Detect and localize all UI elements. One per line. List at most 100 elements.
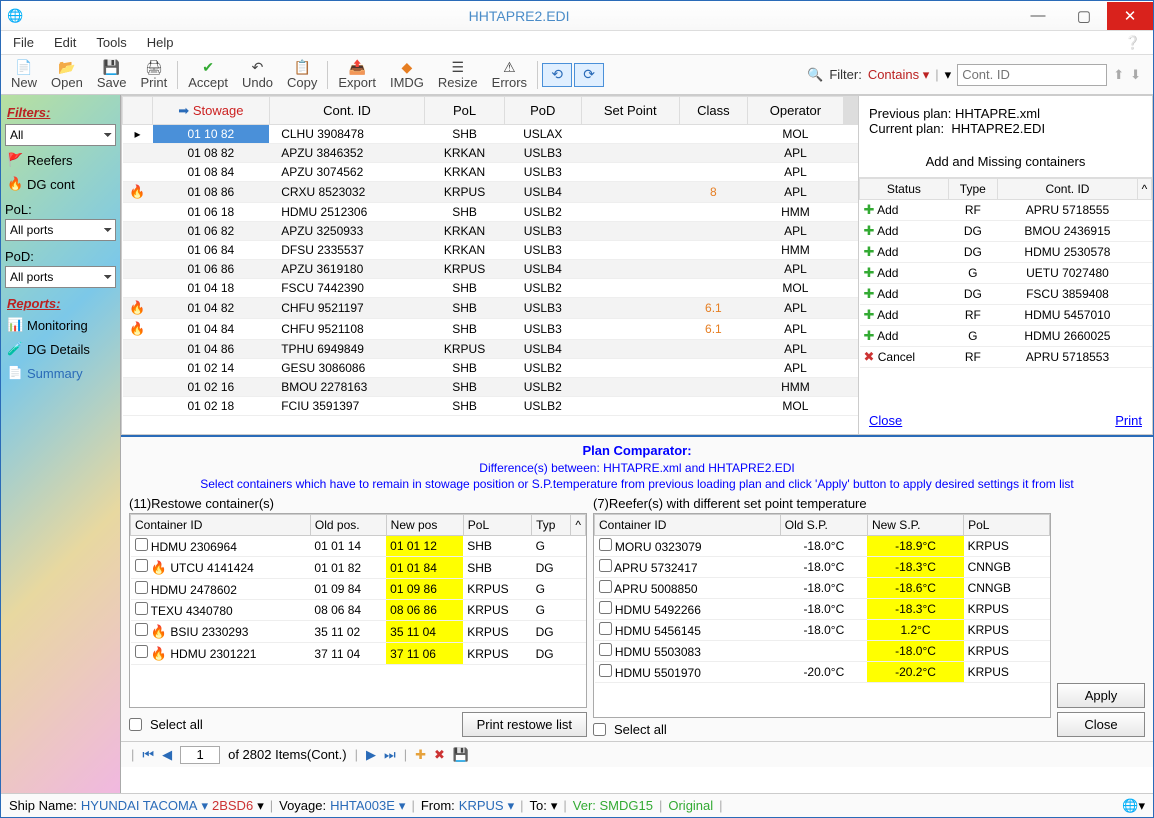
list-item[interactable]: 🔥 BSIU 2330293 35 11 0235 11 04KRPUSDG bbox=[131, 621, 586, 643]
table-row[interactable]: 🔥 01 04 84 CHFU 9521108 SHBUSLB3 6.1APL bbox=[123, 319, 858, 340]
list-item[interactable]: APRU 5732417 -18.0°C-18.3°CCNNGB bbox=[595, 557, 1050, 578]
col-pol[interactable]: PoL bbox=[425, 97, 505, 125]
list-item[interactable]: HDMU 2306964 01 01 1401 01 12SHBG bbox=[131, 536, 586, 557]
list-item[interactable]: ✚ AddGUETU 7027480 bbox=[860, 263, 1152, 284]
col-pod[interactable]: PoD bbox=[504, 97, 581, 125]
table-row[interactable]: 01 08 84 APZU 3074562 KRKANUSLB3 APL bbox=[123, 163, 858, 182]
col-stowage[interactable]: ➡ Stowage bbox=[153, 97, 270, 125]
table-row[interactable]: 01 06 86 APZU 3619180 KRPUSUSLB4 APL bbox=[123, 260, 858, 279]
list-item[interactable]: ✚ AddDGFSCU 3859408 bbox=[860, 284, 1152, 305]
close-window-button[interactable]: ✕ bbox=[1107, 2, 1153, 30]
sort-down-button[interactable]: ⬇ bbox=[1130, 67, 1141, 83]
table-row[interactable]: 🔥 01 04 82 CHFU 9521197 SHBUSLB3 6.1APL bbox=[123, 298, 858, 319]
print-button[interactable]: 🖨Print bbox=[134, 57, 173, 92]
table-row[interactable]: 01 06 84 DFSU 2335537 KRKANUSLB3 HMM bbox=[123, 241, 858, 260]
list-item[interactable]: APRU 5008850 -18.0°C-18.6°CCNNGB bbox=[595, 578, 1050, 599]
close-link[interactable]: Close bbox=[869, 413, 902, 428]
save-button[interactable]: 💾Save bbox=[91, 57, 133, 92]
col-setpoint[interactable]: Set Point bbox=[581, 97, 679, 125]
pager-last[interactable]: ⏭ bbox=[384, 747, 396, 763]
open-button[interactable]: 📂Open bbox=[45, 57, 89, 92]
reefer-selectall-checkbox[interactable] bbox=[593, 723, 606, 736]
list-item[interactable]: ✚ AddRFHDMU 5457010 bbox=[860, 305, 1152, 326]
list-item[interactable]: MORU 0323079 -18.0°C-18.9°CKRPUS bbox=[595, 536, 1050, 557]
list-item[interactable]: ✚ AddDGBMOU 2436915 bbox=[860, 221, 1152, 242]
pager-first[interactable]: ⏮ bbox=[142, 747, 154, 763]
pager-delete[interactable]: ✖ bbox=[434, 747, 445, 763]
filter-column-dropdown[interactable]: ▾ bbox=[945, 67, 952, 83]
toggle-b-button[interactable]: ⟳ bbox=[574, 63, 604, 87]
pager-input[interactable] bbox=[180, 746, 220, 764]
list-item[interactable]: 🔥 UTCU 4141424 01 01 8201 01 84SHBDG bbox=[131, 557, 586, 579]
list-item[interactable]: TEXU 4340780 08 06 8408 06 86KRPUSG bbox=[131, 600, 586, 621]
toggle-a-button[interactable]: ⟲ bbox=[542, 63, 572, 87]
list-item[interactable]: HDMU 5492266 -18.0°C-18.3°CKRPUS bbox=[595, 599, 1050, 620]
pol-select[interactable]: All ports bbox=[5, 219, 116, 241]
voyage-value[interactable]: HHTA003E bbox=[330, 798, 395, 813]
table-row[interactable]: 01 02 14 GESU 3086086 SHBUSLB2 APL bbox=[123, 359, 858, 378]
print-restowe-button[interactable]: Print restowe list bbox=[462, 712, 587, 737]
sidebar-item-summary[interactable]: 📄Summary bbox=[5, 361, 116, 385]
col-contid[interactable]: Cont. ID bbox=[269, 97, 424, 125]
pager-save[interactable]: 💾 bbox=[453, 747, 469, 763]
apply-button[interactable]: Apply bbox=[1057, 683, 1145, 708]
pager-next[interactable]: ▶ bbox=[366, 747, 376, 763]
restowe-selectall-checkbox[interactable] bbox=[129, 718, 142, 731]
list-item[interactable]: ✖ CancelRFAPRU 5718553 bbox=[860, 347, 1152, 368]
new-button[interactable]: 📄New bbox=[5, 57, 43, 92]
sidebar-item-reefers[interactable]: 🚩Reefers bbox=[5, 148, 116, 172]
table-row[interactable]: 01 04 18 FSCU 7442390 SHBUSLB2 MOL bbox=[123, 279, 858, 298]
export-button[interactable]: 📤Export bbox=[332, 57, 382, 92]
filter-input[interactable] bbox=[957, 64, 1107, 86]
sort-up-button[interactable]: ⬆ bbox=[1113, 67, 1124, 83]
menu-edit[interactable]: Edit bbox=[54, 35, 76, 50]
accept-button[interactable]: ✔Accept bbox=[182, 57, 234, 92]
menu-file[interactable]: File bbox=[13, 35, 34, 50]
undo-button[interactable]: ↶Undo bbox=[236, 57, 279, 92]
ship-code[interactable]: 2BSD6 bbox=[212, 798, 253, 813]
table-row[interactable]: 01 06 82 APZU 3250933 KRKANUSLB3 APL bbox=[123, 222, 858, 241]
sidebar-item-dgdetails[interactable]: 🧪DG Details bbox=[5, 337, 116, 361]
list-item[interactable]: HDMU 5501970 -20.0°C-20.2°CKRPUS bbox=[595, 662, 1050, 683]
all-filter-select[interactable]: All bbox=[5, 124, 116, 146]
restowe-grid[interactable]: Container ID Old pos. New pos PoL Typ ^ … bbox=[129, 513, 587, 708]
table-row[interactable]: ▸ 01 10 82 CLHU 3908478 SHBUSLAX MOL bbox=[123, 125, 858, 144]
list-item[interactable]: HDMU 5456145 -18.0°C1.2°CKRPUS bbox=[595, 620, 1050, 641]
from-value[interactable]: KRPUS bbox=[459, 798, 504, 813]
globe-icon[interactable]: 🌐▾ bbox=[1122, 798, 1145, 814]
help-icon[interactable]: ❔ bbox=[1125, 35, 1141, 51]
addmissing-grid[interactable]: StatusTypeCont. ID^ ✚ AddRFAPRU 5718555✚… bbox=[859, 177, 1152, 407]
menu-help[interactable]: Help bbox=[147, 35, 174, 50]
sidebar-item-dgcont[interactable]: 🔥DG cont bbox=[5, 172, 116, 196]
minimize-button[interactable]: — bbox=[1015, 2, 1061, 30]
table-row[interactable]: 🔥 01 08 86 CRXU 8523032 KRPUSUSLB4 8APL bbox=[123, 182, 858, 203]
col-operator[interactable]: Operator bbox=[747, 97, 843, 125]
menu-tools[interactable]: Tools bbox=[96, 35, 126, 50]
list-item[interactable]: HDMU 2478602 01 09 8401 09 86KRPUSG bbox=[131, 579, 586, 600]
ship-value[interactable]: HYUNDAI TACOMA bbox=[81, 798, 198, 813]
col-class[interactable]: Class bbox=[679, 97, 747, 125]
errors-button[interactable]: ⚠Errors bbox=[486, 57, 533, 92]
copy-button[interactable]: 📋Copy bbox=[281, 57, 323, 92]
list-item[interactable]: HDMU 5503083 -18.0°CKRPUS bbox=[595, 641, 1050, 662]
sidebar-item-monitoring[interactable]: 📊Monitoring bbox=[5, 313, 116, 337]
print-link[interactable]: Print bbox=[1115, 413, 1142, 428]
pager-add[interactable]: ✚ bbox=[415, 747, 426, 763]
table-row[interactable]: 01 06 18 HDMU 2512306 SHBUSLB2 HMM bbox=[123, 203, 858, 222]
table-row[interactable]: 01 04 86 TPHU 6949849 KRPUSUSLB4 APL bbox=[123, 340, 858, 359]
imdg-button[interactable]: ◆IMDG bbox=[384, 57, 430, 92]
list-item[interactable]: ✚ AddRFAPRU 5718555 bbox=[860, 200, 1152, 221]
filter-mode-dropdown[interactable]: Contains ▾ bbox=[868, 67, 929, 83]
table-row[interactable]: 01 02 18 FCIU 3591397 SHBUSLB2 MOL bbox=[123, 397, 858, 416]
maximize-button[interactable]: ▢ bbox=[1061, 2, 1107, 30]
resize-button[interactable]: ☰Resize bbox=[432, 57, 484, 92]
reefer-grid[interactable]: Container ID Old S.P. New S.P. PoL MORU … bbox=[593, 513, 1051, 718]
pod-select[interactable]: All ports bbox=[5, 266, 116, 288]
close-comparator-button[interactable]: Close bbox=[1057, 712, 1145, 737]
pager-prev[interactable]: ◀ bbox=[162, 747, 172, 763]
table-row[interactable]: 01 08 82 APZU 3846352 KRKANUSLB3 APL bbox=[123, 144, 858, 163]
main-grid[interactable]: ➡ Stowage Cont. ID PoL PoD Set Point Cla… bbox=[121, 95, 859, 435]
list-item[interactable]: 🔥 HDMU 2301221 37 11 0437 11 06KRPUSDG bbox=[131, 643, 586, 665]
list-item[interactable]: ✚ AddGHDMU 2660025 bbox=[860, 326, 1152, 347]
list-item[interactable]: ✚ AddDGHDMU 2530578 bbox=[860, 242, 1152, 263]
